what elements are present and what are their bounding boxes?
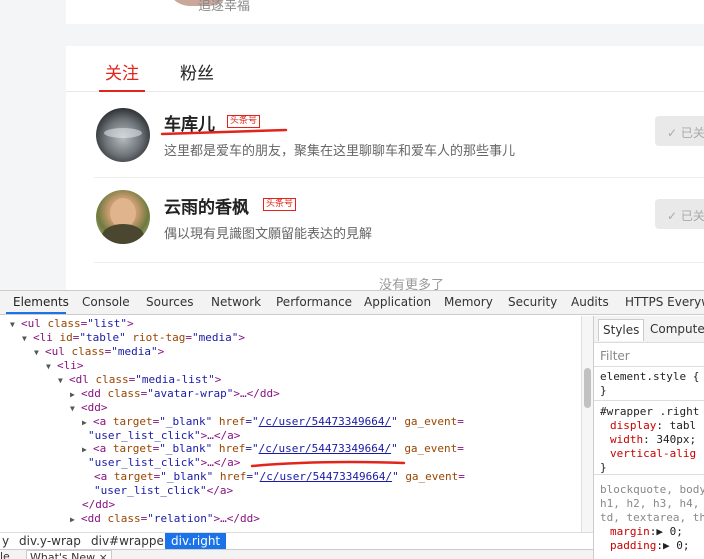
css-declaration[interactable]: display: tabl (610, 419, 696, 433)
tree-node[interactable]: ▶ <dd class="relation">…</dd> (70, 512, 260, 526)
expand-down-icon[interactable]: ▼ (58, 374, 66, 388)
tab-application[interactable]: Application (364, 295, 431, 309)
expand-right-icon[interactable]: ▶ (70, 513, 78, 527)
breadcrumb-item-active[interactable]: div.right (165, 533, 227, 549)
css-declaration[interactable]: width: 340px; (610, 433, 696, 447)
tab-audits[interactable]: Audits (571, 295, 609, 309)
expand-down-icon[interactable]: ▼ (34, 346, 42, 360)
rule-selector: h1, h2, h3, h4, (600, 497, 700, 510)
tab-console[interactable]: Console (82, 295, 130, 309)
active-tab-indicator (6, 312, 66, 314)
element-style-rule[interactable]: element.style { } (594, 366, 704, 400)
tab-security[interactable]: Security (508, 295, 557, 309)
avatar[interactable] (96, 108, 150, 162)
tree-node[interactable]: ▶ <a target="_blank" href="/c/user/544733… (82, 415, 464, 429)
profile-card-bottom (66, 0, 704, 24)
expand-right-icon[interactable]: ▶ (70, 388, 78, 402)
tree-node[interactable]: ▼ <dl class="media-list"> (58, 373, 221, 387)
scrollbar-thumb[interactable] (584, 368, 591, 408)
devtools-tabbar: Elements Console Sources Network Perform… (0, 291, 704, 315)
no-more-text: 没有更多了 (379, 278, 445, 290)
expand-right-icon[interactable]: ▶ (82, 416, 90, 430)
followed-button[interactable]: ✓ 已关 (655, 116, 704, 146)
breadcrumb-item[interactable]: div.y-wrap (19, 534, 81, 548)
drawer-tab-console[interactable]: le (0, 550, 10, 559)
href-link[interactable]: /c/user/54473349664/ (260, 470, 392, 483)
tab-elements[interactable]: Elements (13, 295, 69, 309)
expand-down-icon[interactable]: ▼ (46, 360, 54, 374)
expand-right-icon[interactable]: ▶ (82, 443, 90, 457)
list-item[interactable]: 云雨的香枫 头条号 偶以現有見識图文願留能表达的見解 ✓ 已关 (94, 179, 704, 263)
tree-node[interactable]: ▶ <a target="_blank" href="/c/user/544733… (82, 442, 464, 456)
tab-styles[interactable]: Styles (598, 319, 645, 341)
rule-selector: element.style { (600, 370, 700, 383)
tab-sources[interactable]: Sources (146, 295, 193, 309)
tree-node-cont: "user_list_click">…</a> (88, 429, 241, 442)
elements-tree[interactable]: ▼ <ul class="list"> ▼ <li id="table" riot-… (0, 316, 581, 532)
styles-pane: Styles Computed Filter element.style { }… (593, 316, 704, 559)
red-underline-annotation (160, 128, 288, 136)
tree-node[interactable]: ▼ <li> (46, 359, 84, 373)
expand-down-icon[interactable]: ▼ (10, 318, 18, 332)
drawer-tab-whats-new[interactable]: What's New × (26, 550, 112, 559)
active-tab-indicator (99, 90, 145, 92)
tree-node-cont: "user_list_click">…</a> (88, 456, 241, 469)
href-link[interactable]: /c/user/54473349664/ (259, 415, 391, 428)
css-declaration[interactable]: vertical-alig (610, 447, 696, 461)
elements-scrollbar[interactable] (581, 316, 593, 532)
follow-tabs: 关注 粉丝 (66, 46, 704, 92)
css-declaration[interactable]: padding:▶ 0; (610, 539, 689, 553)
tab-network[interactable]: Network (211, 295, 261, 309)
tab-performance[interactable]: Performance (276, 295, 352, 309)
tab-computed[interactable]: Computed (650, 322, 704, 336)
user-description: 这里都是爱车的朋友，聚集在这里聊聊车和爱车人的那些事儿 (164, 144, 516, 159)
rule-selector: td, textarea, th (600, 511, 704, 524)
tab-memory[interactable]: Memory (444, 295, 493, 309)
rule-selector: #wrapper .right (600, 405, 700, 418)
followed-button[interactable]: ✓ 已关 (655, 199, 704, 229)
tree-node[interactable]: ▼ <ul class="list"> (10, 317, 134, 331)
list-item[interactable]: 车库儿 头条号 这里都是爱车的朋友，聚集在这里聊聊车和爱车人的那些事儿 ✓ 已关 (94, 94, 704, 178)
breadcrumb-item[interactable]: div#wrapper (91, 534, 169, 548)
devtools-drawer: le What's New × (0, 549, 593, 559)
tree-node[interactable]: ▼ <ul class="media"> (34, 345, 164, 359)
tab-fans[interactable]: 粉丝 (180, 59, 214, 84)
css-rule[interactable]: blockquote, body h1, h2, h3, h4, td, tex… (594, 474, 704, 559)
styles-tabbar: Styles Computed (594, 316, 704, 343)
toutiao-badge: 头条号 (227, 115, 261, 128)
profile-motto: 追逐幸福 (198, 0, 251, 14)
href-link[interactable]: /c/user/54473349664/ (259, 442, 391, 455)
rule-close: } (600, 384, 607, 397)
red-underline-annotation (250, 460, 406, 468)
user-name[interactable]: 云雨的香枫 (164, 193, 249, 218)
tree-node[interactable]: ▼ <li id="table" riot-tag="media"> (22, 331, 245, 345)
follow-panel: 关注 粉丝 车库儿 头条号 这里都是爱车的朋友，聚集在这里聊聊车和爱车人的那些事… (66, 46, 704, 290)
tree-node-cont: "user_list_click"</a> (94, 484, 234, 497)
avatar[interactable] (96, 190, 150, 244)
web-page: 追逐幸福 关注 粉丝 车库儿 头条号 这里都是爱车的朋友，聚集在这里聊聊车和爱车… (0, 0, 704, 290)
devtools-panel: Elements Console Sources Network Perform… (0, 290, 704, 559)
tree-node[interactable]: </dd> (82, 498, 115, 512)
breadcrumb-item[interactable]: y (2, 534, 9, 548)
styles-filter-input[interactable]: Filter (600, 349, 630, 363)
tab-following[interactable]: 关注 (105, 59, 139, 84)
rule-selector: blockquote, body (600, 483, 704, 496)
user-description: 偶以現有見識图文願留能表达的見解 (164, 227, 373, 242)
toutiao-badge: 头条号 (263, 198, 297, 211)
css-rule[interactable]: #wrapper .right display: tabl width: 340… (594, 400, 704, 474)
tree-node[interactable]: ▼ <dd> (70, 401, 108, 415)
css-declaration[interactable]: margin:▶ 0; (610, 525, 683, 539)
tree-node[interactable]: ▶ <dd class="avatar-wrap">…</dd> (70, 387, 280, 401)
tab-https-everywhere[interactable]: HTTPS Everyw (625, 295, 704, 309)
rule-close: } (600, 461, 607, 474)
tree-node[interactable]: <a target="_blank" href="/c/user/5447334… (94, 470, 465, 484)
expand-down-icon[interactable]: ▼ (70, 402, 78, 416)
breadcrumb: y div.y-wrap div#wrapper div.right (0, 532, 593, 549)
expand-down-icon[interactable]: ▼ (22, 332, 30, 346)
